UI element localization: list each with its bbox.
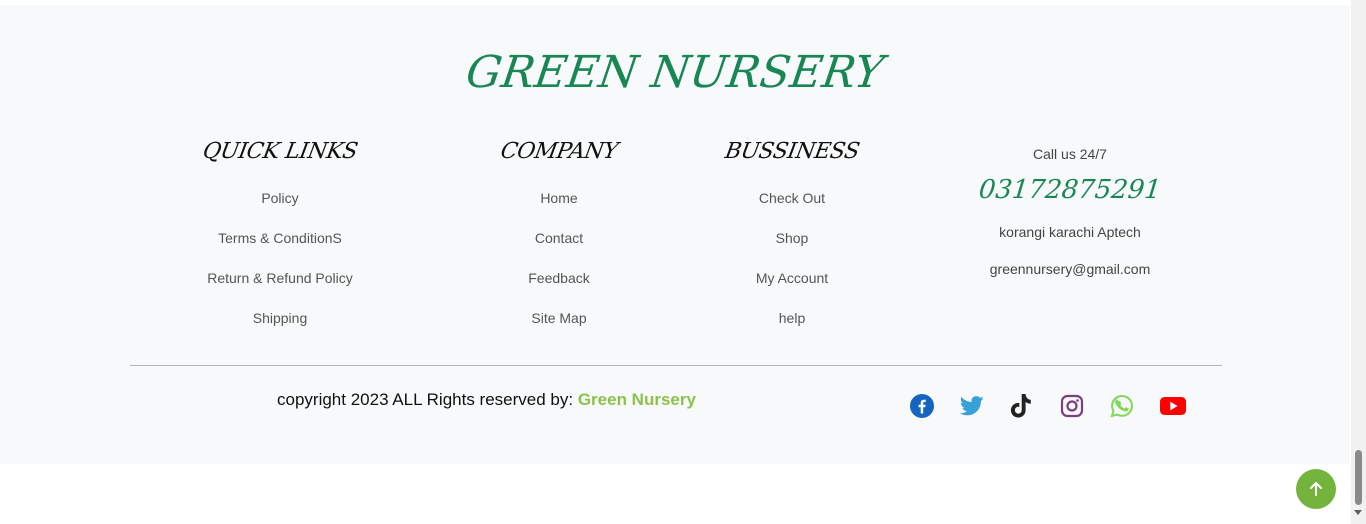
- link-policy[interactable]: Policy: [150, 187, 410, 227]
- link-feedback[interactable]: Feedback: [449, 267, 669, 307]
- tiktok-icon[interactable]: [1010, 393, 1060, 419]
- business-heading: BUSSINESS: [723, 139, 862, 164]
- back-to-top-button[interactable]: [1296, 469, 1336, 509]
- page: GREEN NURSERY QUICK LINKS Policy Terms &…: [0, 0, 1366, 524]
- social-icons: [910, 393, 1210, 419]
- address-text: korangi karachi Aptech: [999, 224, 1141, 240]
- footer-brand-title: GREEN NURSERY: [463, 47, 887, 98]
- link-site-map[interactable]: Site Map: [449, 307, 669, 347]
- arrow-up-icon: [1310, 482, 1322, 496]
- link-return-refund-policy[interactable]: Return & Refund Policy: [150, 267, 410, 307]
- email-text[interactable]: greennursery@gmail.com: [940, 258, 1200, 295]
- twitter-icon[interactable]: [960, 393, 1010, 419]
- link-shop[interactable]: Shop: [682, 227, 902, 267]
- instagram-icon[interactable]: [1060, 393, 1110, 419]
- call-us-label: Call us 24/7: [1033, 146, 1107, 162]
- link-home[interactable]: Home: [449, 187, 669, 227]
- youtube-icon[interactable]: [1160, 393, 1210, 419]
- scrollbar-thumb[interactable]: [1355, 450, 1362, 505]
- scrollbar-down-arrow-icon[interactable]: [1354, 510, 1362, 515]
- company-column: COMPANY Home Contact Feedback Site Map: [449, 135, 669, 347]
- copyright-brand-link[interactable]: Green Nursery: [578, 390, 696, 409]
- copyright-text: copyright 2023 ALL Rights reserved by: G…: [277, 390, 696, 410]
- link-terms-conditions[interactable]: Terms & ConditionS: [150, 227, 410, 267]
- contact-column: Call us 24/7 03172875291 korangi karachi…: [940, 143, 1200, 295]
- facebook-icon[interactable]: [910, 393, 960, 419]
- link-check-out[interactable]: Check Out: [682, 187, 902, 227]
- vertical-scrollbar[interactable]: [1351, 0, 1366, 524]
- quick-links-heading: QUICK LINKS: [200, 139, 360, 164]
- link-contact[interactable]: Contact: [449, 227, 669, 267]
- phone-number[interactable]: 03172875291: [937, 165, 1202, 215]
- company-heading: COMPANY: [498, 139, 620, 164]
- footer-divider: [130, 365, 1222, 366]
- link-my-account[interactable]: My Account: [682, 267, 902, 307]
- whatsapp-icon[interactable]: [1110, 393, 1160, 419]
- copyright-label: copyright 2023 ALL Rights reserved by:: [277, 390, 578, 409]
- link-help[interactable]: help: [682, 307, 902, 347]
- site-footer: GREEN NURSERY QUICK LINKS Policy Terms &…: [0, 5, 1350, 464]
- quick-links-column: QUICK LINKS Policy Terms & ConditionS Re…: [150, 135, 410, 347]
- link-shipping[interactable]: Shipping: [150, 307, 410, 347]
- business-column: BUSSINESS Check Out Shop My Account help: [682, 135, 902, 347]
